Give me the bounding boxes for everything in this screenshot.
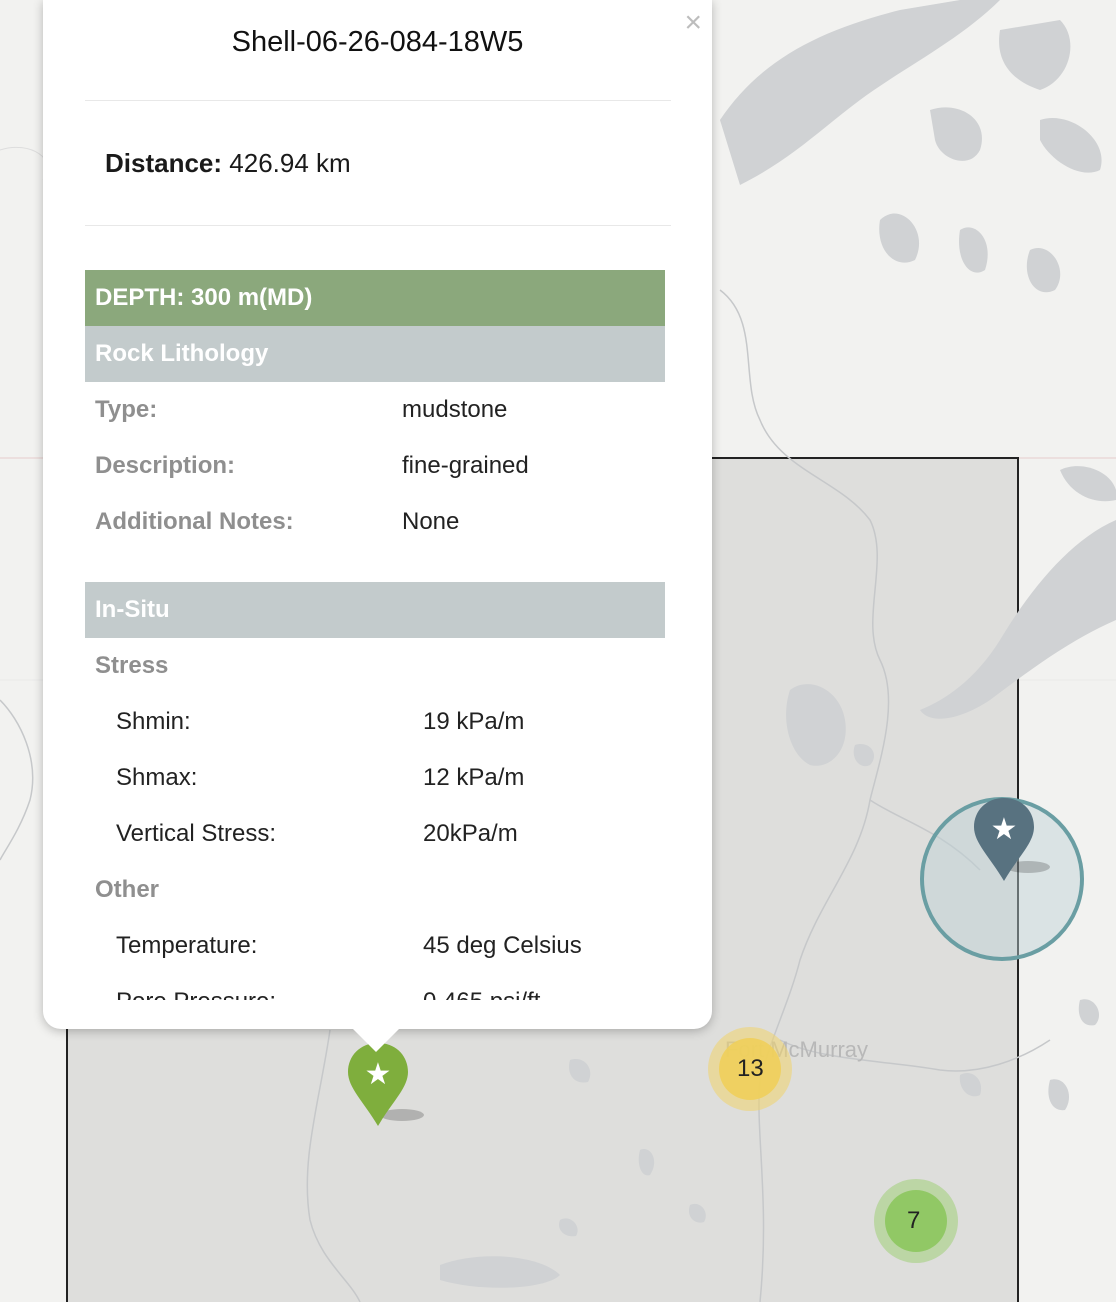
divider <box>85 225 671 226</box>
row-key: Vertical Stress: <box>116 820 277 847</box>
cluster-count-7: 7 <box>907 1207 921 1234</box>
row-value: 45 deg Celsius <box>423 932 582 959</box>
row-key: Description: <box>95 452 236 479</box>
depth-header: DEPTH: 300 m(MD) <box>85 270 665 326</box>
lithology-row-type: Type: mudstone <box>85 382 665 438</box>
row-value: 12 kPa/m <box>423 764 525 791</box>
star-icon: ★ <box>365 1057 392 1092</box>
distance-row: Distance: 426.94 km <box>105 148 351 179</box>
other-row-temperature: Temperature: 45 deg Celsius <box>85 918 665 974</box>
well-info-popup: × Shell-06-26-084-18W5 Distance: 426.94 … <box>43 0 712 1029</box>
lithology-row-notes: Additional Notes: None <box>85 494 665 550</box>
row-value: 0.465 psi/ft <box>423 974 540 1000</box>
stress-label: Stress <box>95 652 169 679</box>
row-key: Type: <box>95 396 158 423</box>
popup-tip <box>352 1028 400 1052</box>
row-value: 19 kPa/m <box>423 708 525 735</box>
stress-row-shmax: Shmax: 12 kPa/m <box>85 750 665 806</box>
distance-value: 426.94 km <box>229 148 351 178</box>
row-value: None <box>402 508 460 535</box>
row-key: Shmax: <box>116 764 198 791</box>
well-marker-selected[interactable]: ★ <box>342 1040 432 1135</box>
lithology-row-description: Description: fine-grained <box>85 438 665 494</box>
row-value: 20kPa/m <box>423 820 518 847</box>
in-situ-header: In-Situ <box>85 582 665 638</box>
row-value: mudstone <box>402 396 508 423</box>
other-label: Other <box>95 876 160 903</box>
distance-label: Distance: <box>105 148 223 178</box>
rock-lithology-header: Rock Lithology <box>85 326 665 382</box>
stress-row-shmin: Shmin: 19 kPa/m <box>85 694 665 750</box>
popup-title: Shell-06-26-084-18W5 <box>231 26 524 58</box>
popup-scroll-area[interactable]: DEPTH: 300 m(MD) Rock Lithology Type: mu… <box>85 270 665 1000</box>
row-key: Pore Pressure: <box>116 974 276 1000</box>
stress-row-vertical: Vertical Stress: 20kPa/m <box>85 806 665 862</box>
other-row-pore-pressure: Pore Pressure: 0.465 psi/ft <box>85 974 665 1000</box>
cluster-count-13: 13 <box>737 1055 764 1082</box>
row-key: Temperature: <box>116 932 258 959</box>
row-key: Additional Notes: <box>95 508 294 535</box>
divider <box>85 100 671 101</box>
star-icon: ★ <box>991 812 1018 847</box>
row-value: fine-grained <box>402 452 529 479</box>
row-key: Shmin: <box>116 708 191 735</box>
well-marker-dark[interactable]: ★ <box>968 795 1058 890</box>
